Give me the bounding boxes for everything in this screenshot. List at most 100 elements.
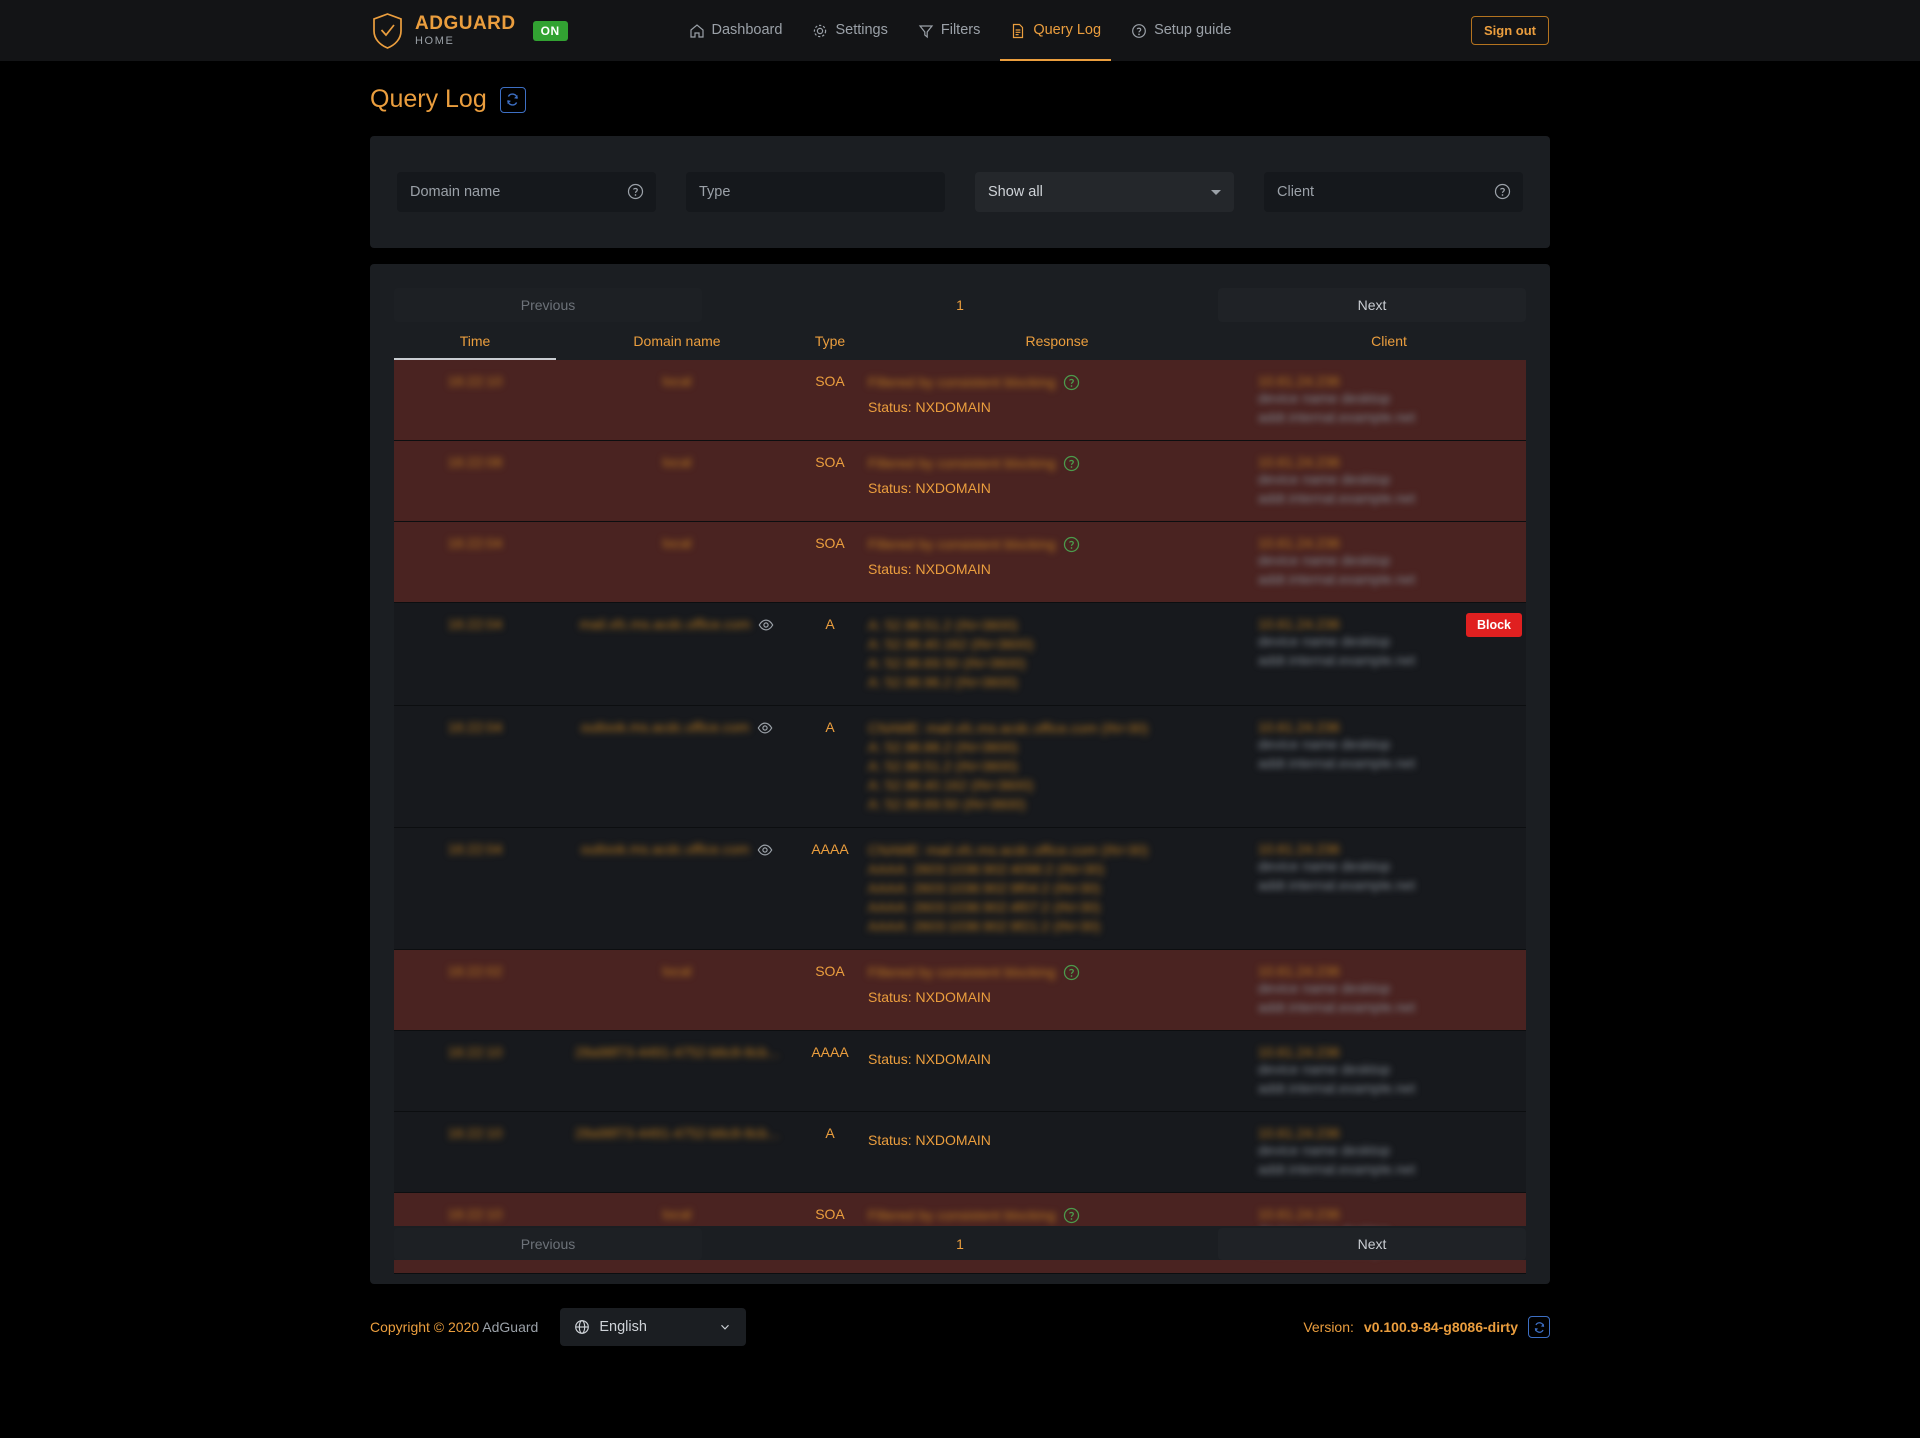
cell-response: Filtered by consistent blockingStatus: N… bbox=[862, 454, 1252, 508]
nav-item-settings[interactable]: Settings bbox=[810, 0, 889, 61]
column-header-domain[interactable]: Domain name bbox=[556, 333, 798, 360]
response-text: CNAME: mail.xfc.ms.acdc.office.com (IN=3… bbox=[868, 719, 1148, 738]
cell-domain: 28a98f73-4491-4752-b6c8-8cb... bbox=[556, 1125, 798, 1179]
cell-client: 10.61.24.236device name desktopaddr.inte… bbox=[1252, 841, 1526, 936]
table-row[interactable]: 16:22:08 local SOAFiltered by consistent b… bbox=[394, 441, 1526, 522]
cell-type: SOA bbox=[798, 963, 862, 1017]
page-title: Query Log bbox=[370, 85, 487, 114]
table-row[interactable]: 16:22:1028a98f73-4491-4752-b6c8-8cb...AA… bbox=[394, 1031, 1526, 1112]
home-icon bbox=[689, 23, 705, 39]
nav-item-query-log[interactable]: Query Log bbox=[1008, 0, 1103, 61]
cell-time: 16:22:08 bbox=[394, 454, 556, 508]
copyright-brand: AdGuard bbox=[482, 1319, 538, 1335]
response-status: Status: NXDOMAIN bbox=[868, 399, 1246, 415]
nav-item-dashboard[interactable]: Dashboard bbox=[687, 0, 785, 61]
response-text: Filtered by consistent blocking bbox=[868, 535, 1056, 554]
brand-logo[interactable]: ADGUARD HOME ON bbox=[371, 12, 568, 50]
next-page-button-top[interactable]: Next bbox=[1218, 288, 1526, 322]
type-input[interactable] bbox=[686, 172, 945, 212]
help-icon[interactable] bbox=[627, 183, 644, 200]
time-value: 16:22:04 bbox=[448, 719, 503, 735]
cell-client: 10.61.24.236device name desktopaddr.inte… bbox=[1252, 535, 1526, 589]
response-text: Filtered by consistent blocking bbox=[868, 373, 1056, 392]
domain-value: local bbox=[663, 454, 692, 470]
table-row[interactable]: 16:22:04outlook.ms.acdc.office.comACNAME… bbox=[394, 706, 1526, 828]
cell-client: 10.61.24.236device name desktopaddr.inte… bbox=[1252, 616, 1526, 692]
table-row[interactable]: 16:22:04outlook.ms.acdc.office.comAAAACN… bbox=[394, 828, 1526, 950]
table-row[interactable]: 16:22:02localSOAFiltered by consistent b… bbox=[394, 950, 1526, 1031]
cell-response: A: 52.98.51.2 (IN=3600)A: 52.98.40.162 (… bbox=[862, 616, 1252, 692]
query-log-card: Previous 1 Next Time Domain name Type Re… bbox=[370, 264, 1550, 1284]
help-icon[interactable] bbox=[1063, 536, 1080, 553]
cell-time: 16:22:04 bbox=[394, 616, 556, 692]
response-record: A: 52.98.51.2 (IN=3600) bbox=[868, 616, 1246, 635]
nav-item-filters[interactable]: Filters bbox=[916, 0, 982, 61]
brand-name: ADGUARD bbox=[415, 14, 516, 33]
column-header-time[interactable]: Time bbox=[394, 333, 556, 360]
client-input[interactable] bbox=[1264, 172, 1523, 212]
time-value: 16:22:10 bbox=[448, 1125, 503, 1141]
table-row[interactable]: 16:22:10localSOAFiltered by consistent b… bbox=[394, 360, 1526, 441]
table-row[interactable]: 16:22:04mail.xfc.ms.acdc.office.comAA: 5… bbox=[394, 603, 1526, 706]
column-header-client[interactable]: Client bbox=[1252, 333, 1526, 360]
eye-icon[interactable] bbox=[757, 720, 773, 736]
column-header-response[interactable]: Response bbox=[862, 333, 1252, 360]
current-page-bottom[interactable]: 1 bbox=[702, 1228, 1218, 1260]
response-record: AAAA: 2603:1036:902:4096:2 (IN=30) bbox=[868, 860, 1246, 879]
response-status: Status: NXDOMAIN bbox=[868, 1051, 1246, 1067]
response-record: AAAA: 2603:1036:902:9f04:2 (IN=30) bbox=[868, 879, 1246, 898]
domain-name-input[interactable] bbox=[397, 172, 656, 212]
time-value: 16:22:04 bbox=[448, 535, 503, 551]
response-status: Status: NXDOMAIN bbox=[868, 1132, 1246, 1148]
table-row[interactable]: 16:22:1028a98f73-4491-4752-b6c8-8cb...AS… bbox=[394, 1112, 1526, 1193]
column-header-type[interactable]: Type bbox=[798, 333, 862, 360]
cell-client: 10.61.24.236device name desktopaddr.inte… bbox=[1252, 454, 1526, 508]
response-record: A: 52.98.51.2 (IN=3600) bbox=[868, 757, 1246, 776]
eye-icon[interactable] bbox=[757, 842, 773, 858]
query-log-rows: 16:22:10localSOAFiltered by consistent b… bbox=[394, 360, 1526, 1274]
nav-item-setup-guide[interactable]: Setup guide bbox=[1129, 0, 1233, 61]
refresh-icon bbox=[505, 92, 520, 107]
version-value: v0.100.9-84-g8086-dirty bbox=[1364, 1319, 1518, 1335]
client-ip: 10.61.24.236 bbox=[1258, 535, 1520, 551]
show-all-select[interactable]: Show all bbox=[975, 172, 1234, 212]
language-select[interactable]: English bbox=[560, 1308, 746, 1346]
previous-page-button-top[interactable]: Previous bbox=[394, 288, 702, 322]
copyright-text: Copyright © 2020 bbox=[370, 1319, 479, 1335]
cell-type: SOA bbox=[798, 454, 862, 508]
help-icon[interactable] bbox=[1063, 964, 1080, 981]
help-icon[interactable] bbox=[1063, 1207, 1080, 1224]
cell-response: Status: NXDOMAIN bbox=[862, 1044, 1252, 1098]
client-detail: addr.internal.example.net bbox=[1258, 489, 1520, 508]
version-refresh-button[interactable] bbox=[1528, 1316, 1550, 1338]
cell-client: 10.61.24.236device name desktopaddr.inte… bbox=[1252, 373, 1526, 427]
client-detail: device name desktop bbox=[1258, 735, 1520, 754]
time-value: 16:22:10 bbox=[448, 373, 503, 389]
cell-response: Status: NXDOMAIN bbox=[862, 1125, 1252, 1179]
previous-page-button-bottom[interactable]: Previous bbox=[394, 1228, 702, 1260]
pagination-top: Previous 1 Next bbox=[394, 288, 1526, 322]
client-detail: addr.internal.example.net bbox=[1258, 1160, 1520, 1179]
help-icon[interactable] bbox=[1063, 374, 1080, 391]
chevron-down-icon bbox=[718, 1320, 732, 1334]
table-header: Time Domain name Type Response Client bbox=[394, 333, 1526, 360]
domain-value: outlook.ms.acdc.office.com bbox=[581, 719, 750, 735]
next-page-button-bottom[interactable]: Next bbox=[1218, 1228, 1526, 1260]
block-button[interactable]: Block bbox=[1466, 613, 1522, 637]
current-page-top[interactable]: 1 bbox=[702, 288, 1218, 322]
help-icon[interactable] bbox=[1063, 455, 1080, 472]
help-icon[interactable] bbox=[1494, 183, 1511, 200]
sign-out-button[interactable]: Sign out bbox=[1471, 16, 1549, 45]
client-ip: 10.61.24.236 bbox=[1258, 454, 1520, 470]
domain-value: local bbox=[663, 963, 692, 979]
eye-icon[interactable] bbox=[758, 617, 774, 633]
refresh-button[interactable] bbox=[500, 87, 526, 113]
brand-subtitle: HOME bbox=[415, 36, 516, 47]
globe-icon bbox=[574, 1319, 590, 1335]
cell-domain: outlook.ms.acdc.office.com bbox=[556, 841, 798, 936]
table-row[interactable]: 16:22:04localSOAFiltered by consistent b… bbox=[394, 522, 1526, 603]
domain-value: 28a98f73-4491-4752-b6c8-8cb... bbox=[575, 1044, 779, 1060]
client-detail: addr.internal.example.net bbox=[1258, 998, 1520, 1017]
response-record: AAAA: 2603:1036:902:4f07:2 (IN=30) bbox=[868, 898, 1246, 917]
cell-domain: local bbox=[556, 373, 798, 427]
